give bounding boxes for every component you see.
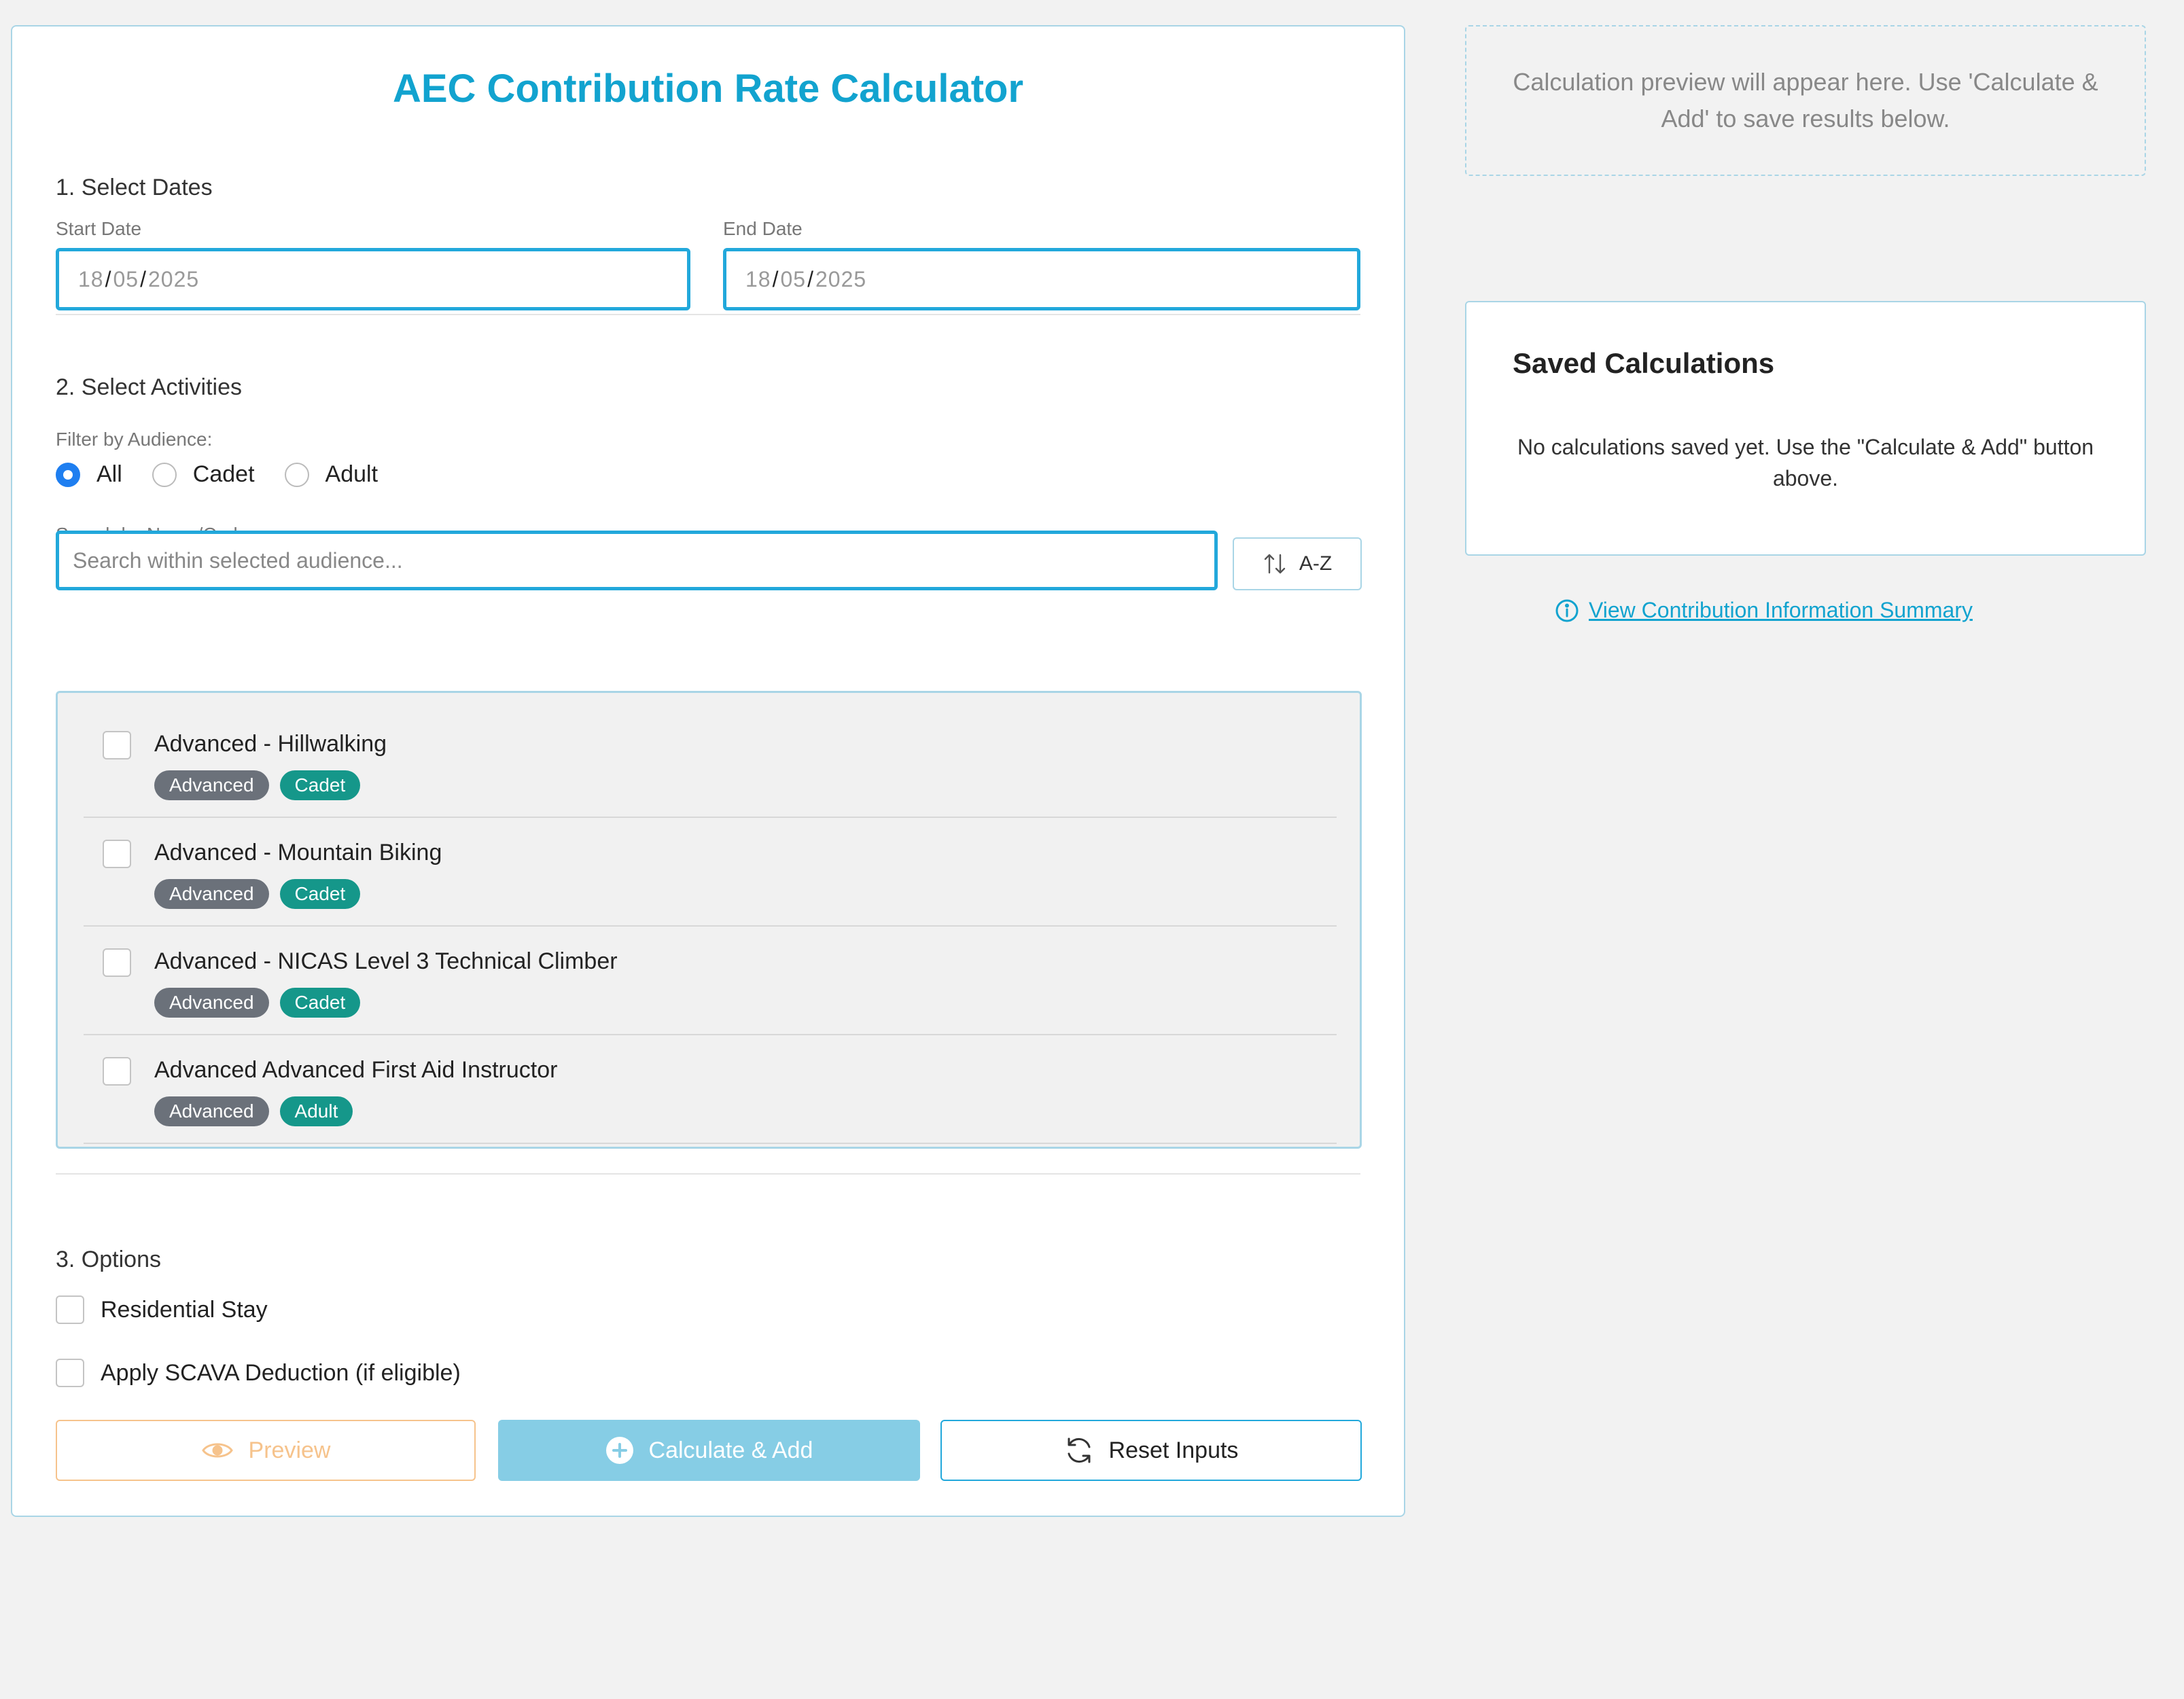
residential-stay-option[interactable]: Residential Stay [56, 1295, 268, 1324]
level-badge: Advanced [154, 1096, 269, 1126]
scava-deduction-checkbox[interactable] [56, 1359, 84, 1387]
start-date-day: 18 [78, 266, 104, 291]
preview-placeholder-text: Calculation preview will appear here. Us… [1513, 68, 2098, 132]
activity-item[interactable]: Advanced - NICAS Level 3 Technical Climb… [84, 928, 1337, 1035]
contribution-info-link-text: View Contribution Information Summary [1589, 598, 1973, 622]
audience-filter-label: Filter by Audience: [56, 429, 213, 450]
section-divider [56, 314, 1360, 315]
eye-icon [201, 1439, 234, 1461]
activity-name: Advanced - Mountain Biking [154, 840, 442, 865]
activities-section-title: 2. Select Activities [56, 374, 243, 400]
page-title: AEC Contribution Rate Calculator [392, 67, 1024, 111]
calculator-card: AEC Contribution Rate Calculator 1. Sele… [11, 25, 1405, 1517]
audience-filter-group: All Cadet Adult [56, 461, 378, 488]
level-badge: Advanced [154, 770, 269, 800]
activity-badges: Advanced Adult [154, 1096, 353, 1126]
sort-label: A-Z [1299, 552, 1333, 575]
audience-badge: Cadet [279, 770, 361, 800]
options-section-title: 3. Options [56, 1247, 161, 1272]
residential-stay-checkbox[interactable] [56, 1295, 84, 1324]
dates-section-title: 1. Select Dates [56, 175, 213, 200]
end-date-month: 05 [780, 266, 807, 291]
scava-deduction-label: Apply SCAVA Deduction (if eligible) [101, 1359, 461, 1386]
plus-circle-icon [605, 1436, 634, 1465]
activity-name: Advanced - Hillwalking [154, 731, 387, 757]
activity-item[interactable]: Advanced Advanced First Aid Instructor A… [84, 1037, 1337, 1144]
audience-badge: Cadet [279, 988, 361, 1018]
reset-inputs-button[interactable]: Reset Inputs [940, 1420, 1362, 1481]
end-date-input[interactable]: 18/05/2025 [723, 248, 1360, 310]
scava-deduction-option[interactable]: Apply SCAVA Deduction (if eligible) [56, 1359, 461, 1387]
info-icon [1555, 598, 1579, 623]
start-date-year: 2025 [147, 266, 200, 291]
saved-calculations-empty-text: No calculations saved yet. Use the "Calc… [1517, 435, 2094, 490]
section-divider [56, 1173, 1360, 1175]
calculate-add-button[interactable]: Calculate & Add [498, 1420, 920, 1481]
date-separator: / [807, 266, 814, 291]
activity-search-input[interactable]: Search within selected audience... [56, 531, 1218, 590]
level-badge: Advanced [154, 988, 269, 1018]
activity-name: Advanced - NICAS Level 3 Technical Climb… [154, 948, 618, 974]
date-separator: / [772, 266, 779, 291]
end-date-year: 2025 [815, 266, 867, 291]
start-date-label: Start Date [56, 218, 142, 239]
start-date-month: 05 [113, 266, 139, 291]
date-separator: / [105, 266, 112, 291]
filter-cadet-label: Cadet [192, 461, 255, 487]
refresh-icon [1064, 1436, 1094, 1465]
contribution-info-link[interactable]: View Contribution Information Summary [1555, 598, 1973, 623]
sort-az-button[interactable]: A-Z [1233, 537, 1362, 590]
sort-icon [1263, 552, 1287, 575]
calculation-preview-box: Calculation preview will appear here. Us… [1465, 25, 2146, 176]
activity-checkbox[interactable] [103, 731, 131, 759]
filter-adult-option[interactable]: Adult [284, 461, 378, 488]
saved-calculations-title: Saved Calculations [1513, 347, 1775, 379]
filter-cadet-option[interactable]: Cadet [152, 461, 255, 488]
end-date-day: 18 [745, 266, 771, 291]
activity-checkbox[interactable] [103, 840, 131, 868]
audience-badge: Adult [279, 1096, 353, 1126]
filter-adult-label: Adult [325, 461, 378, 487]
reset-inputs-label: Reset Inputs [1108, 1437, 1239, 1463]
filter-all-label: All [96, 461, 122, 487]
residential-stay-label: Residential Stay [101, 1296, 268, 1323]
activity-item[interactable]: Advanced - Hillwalking Advanced Cadet [84, 711, 1337, 818]
start-date-input[interactable]: 18/05/2025 [56, 248, 690, 310]
filter-all-option[interactable]: All [56, 461, 122, 488]
audience-badge: Cadet [279, 879, 361, 909]
activity-checkbox[interactable] [103, 948, 131, 977]
date-separator: / [140, 266, 147, 291]
activity-item[interactable]: Advanced - Mountain Biking Advanced Cade… [84, 819, 1337, 927]
activity-checkbox[interactable] [103, 1057, 131, 1086]
activity-name: Advanced Advanced First Aid Instructor [154, 1057, 558, 1083]
filter-cadet-radio[interactable] [152, 462, 177, 487]
preview-button[interactable]: Preview [56, 1420, 476, 1481]
filter-adult-radio[interactable] [284, 462, 309, 487]
calculate-add-label: Calculate & Add [648, 1437, 813, 1463]
level-badge: Advanced [154, 879, 269, 909]
activity-badges: Advanced Cadet [154, 879, 361, 909]
search-placeholder: Search within selected audience... [73, 548, 403, 573]
end-date-label: End Date [723, 218, 803, 239]
activity-list: Advanced - Hillwalking Advanced Cadet Ad… [56, 691, 1362, 1149]
activity-badges: Advanced Cadet [154, 770, 361, 800]
activity-badges: Advanced Cadet [154, 988, 361, 1018]
filter-all-radio[interactable] [56, 462, 80, 487]
preview-label: Preview [248, 1437, 331, 1463]
saved-calculations-card: Saved Calculations No calculations saved… [1465, 301, 2146, 556]
